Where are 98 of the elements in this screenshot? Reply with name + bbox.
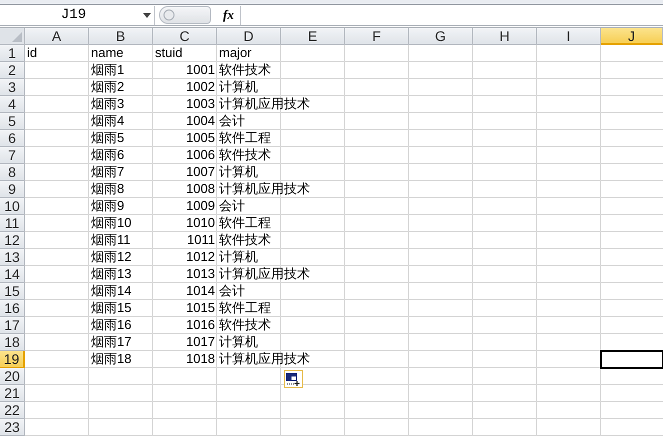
row-header[interactable]: 19 (0, 351, 25, 368)
table-cell: 1012 (186, 249, 215, 264)
row-header[interactable]: 14 (0, 266, 25, 283)
row-header[interactable]: 11 (0, 215, 25, 232)
dropdown-arrow-icon[interactable] (143, 12, 151, 18)
table-cell: 计算机应用技术 (219, 96, 310, 111)
table-cell: 1002 (186, 79, 215, 94)
table-cell: 软件技术 (219, 147, 271, 162)
table-cell: 烟雨11 (91, 232, 130, 247)
table-cell: 1009 (186, 198, 215, 213)
row-header[interactable]: 4 (0, 96, 25, 113)
column-header[interactable]: J (601, 28, 663, 45)
table-cell: 1007 (186, 164, 215, 179)
column-header[interactable]: F (345, 28, 409, 45)
row-header[interactable]: 15 (0, 283, 25, 300)
row-header[interactable]: 7 (0, 147, 25, 164)
row-header[interactable]: 5 (0, 113, 25, 130)
table-cell: 烟雨14 (91, 283, 132, 298)
table-cell: 会计 (219, 113, 245, 128)
row-header[interactable]: 12 (0, 232, 25, 249)
row-header[interactable]: 21 (0, 385, 25, 402)
table-cell: 会计 (219, 198, 245, 213)
table-cell: 会计 (219, 283, 245, 298)
table-cell: 计算机 (219, 79, 258, 94)
table-cell: 软件工程 (219, 300, 271, 315)
table-cell: 烟雨5 (91, 130, 124, 145)
table-cell: 计算机应用技术 (219, 181, 310, 196)
table-cell: 烟雨12 (91, 249, 132, 264)
table-cell: 烟雨7 (91, 164, 124, 179)
table-cell: 烟雨6 (91, 147, 124, 162)
table-cell: 软件技术 (219, 62, 271, 77)
table-cell: 烟雨9 (91, 198, 124, 213)
column-header[interactable]: B (89, 28, 153, 45)
table-cell: 软件工程 (219, 130, 271, 145)
paste-options-icon (286, 372, 301, 386)
table-cell: 烟雨3 (91, 96, 124, 111)
row-header[interactable]: 6 (0, 130, 25, 147)
table-cell: major (219, 45, 252, 60)
row-header[interactable]: 1 (0, 45, 25, 62)
row-header[interactable]: 3 (0, 79, 25, 96)
table-cell: 1018 (186, 351, 215, 366)
table-cell: 计算机 (219, 164, 258, 179)
paste-options-button[interactable] (284, 370, 303, 388)
table-cell: 软件技术 (219, 232, 271, 247)
table-cell: 计算机 (219, 249, 258, 264)
table-cell: stuid (155, 45, 182, 60)
table-cell: 烟雨4 (91, 113, 124, 128)
row-header[interactable]: 9 (0, 181, 25, 198)
column-header[interactable]: D (217, 28, 281, 45)
row-header[interactable]: 2 (0, 62, 25, 79)
table-cell: 烟雨13 (91, 266, 132, 281)
row-header[interactable]: 23 (0, 419, 25, 436)
circle-icon (163, 9, 175, 21)
table-cell: 1008 (186, 181, 215, 196)
table-cell: 烟雨1 (91, 62, 124, 77)
table-cell: 计算机应用技术 (219, 351, 310, 366)
table-cell: 烟雨15 (91, 300, 132, 315)
insert-function-button[interactable]: fx (221, 7, 236, 23)
table-cell: 1001 (186, 62, 215, 77)
row-header[interactable]: 16 (0, 300, 25, 317)
table-cell: 1003 (186, 96, 215, 111)
active-cell[interactable] (601, 351, 663, 368)
table-cell: 烟雨18 (91, 351, 132, 366)
table-cell: 烟雨8 (91, 181, 124, 196)
table-cell: 烟雨10 (91, 215, 132, 230)
column-header[interactable]: C (153, 28, 217, 45)
table-cell: 1010 (186, 215, 215, 230)
name-box[interactable]: J19 (0, 6, 155, 24)
table-cell: 1004 (186, 113, 215, 128)
table-cell: 烟雨16 (91, 317, 132, 332)
table-cell: 计算机 (219, 334, 258, 349)
column-header[interactable]: H (473, 28, 537, 45)
row-header[interactable]: 22 (0, 402, 25, 419)
table-cell: 1006 (186, 147, 215, 162)
table-cell: 软件工程 (219, 215, 271, 230)
table-cell: 1016 (186, 317, 215, 332)
table-cell: 1014 (186, 283, 215, 298)
table-cell: 烟雨17 (91, 334, 132, 349)
table-cell: 烟雨2 (91, 79, 124, 94)
row-header[interactable]: 8 (0, 164, 25, 181)
row-header[interactable]: 10 (0, 198, 25, 215)
table-cell: 1011 (187, 232, 215, 247)
table-cell: 1017 (186, 334, 215, 349)
column-header[interactable]: A (25, 28, 89, 45)
table-cell: 计算机应用技术 (219, 266, 310, 281)
column-header[interactable]: I (537, 28, 601, 45)
column-header[interactable]: G (409, 28, 473, 45)
row-header[interactable]: 18 (0, 334, 25, 351)
table-cell: 软件技术 (219, 317, 271, 332)
row-header[interactable]: 20 (0, 368, 25, 385)
table-cell: 1015 (186, 300, 215, 315)
row-header[interactable]: 17 (0, 317, 25, 334)
table-cell: id (27, 45, 38, 60)
table-cell: 1013 (186, 266, 215, 281)
column-header[interactable]: E (281, 28, 345, 45)
row-header[interactable]: 13 (0, 249, 25, 266)
table-cell: 1005 (186, 130, 215, 145)
table-cell: name (91, 45, 124, 60)
